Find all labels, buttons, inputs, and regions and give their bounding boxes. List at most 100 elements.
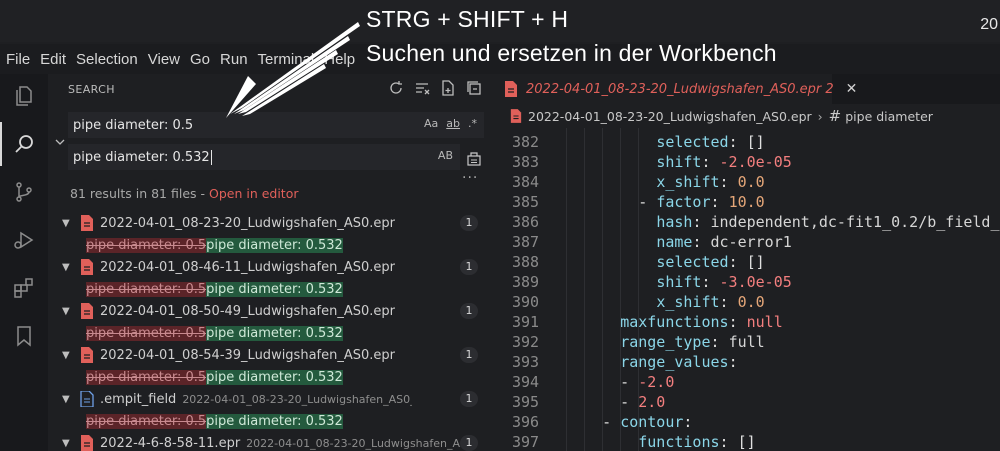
code-text: selected: [] xyxy=(656,253,765,271)
clock-text: 20 xyxy=(980,16,998,33)
epr-file-icon xyxy=(80,259,94,275)
match-case-icon[interactable]: Aa xyxy=(424,117,438,130)
more-options-icon[interactable]: ··· xyxy=(462,170,478,186)
epr-file-icon xyxy=(504,81,518,97)
line-number: 383 xyxy=(512,153,540,171)
replace-input[interactable]: pipe diameter: 0.532 AB xyxy=(68,144,460,170)
code-text: - 2.0 xyxy=(566,393,666,411)
chevron-down-icon[interactable]: ▼ xyxy=(62,350,74,361)
line-number: 389 xyxy=(512,273,540,291)
code-line[interactable]: 391 maxfunctions: null xyxy=(492,312,1000,332)
replace-options: AB xyxy=(438,149,453,162)
activity-bar xyxy=(0,74,48,451)
code-line[interactable]: 390 x_shift: 0.0 xyxy=(492,292,1000,312)
code-line[interactable]: 394 - -2.0 xyxy=(492,372,1000,392)
match-count-badge: 1 xyxy=(460,391,478,407)
menu-selection[interactable]: Selection xyxy=(76,51,138,68)
results-count-text: 81 results in 81 files - xyxy=(70,186,209,201)
menu-file[interactable]: File xyxy=(6,51,30,68)
code-line[interactable]: 383 shift: -2.0e-05 xyxy=(492,152,1000,172)
line-number: 385 xyxy=(512,193,540,211)
match-count-badge: 1 xyxy=(460,303,478,319)
menu-edit[interactable]: Edit xyxy=(40,51,66,68)
inserted-text: pipe diameter: 0.532 xyxy=(206,413,343,429)
chevron-down-icon[interactable]: ▼ xyxy=(62,438,74,449)
removed-text: pipe diameter: 0.5 xyxy=(86,281,207,297)
extensions-icon[interactable] xyxy=(12,276,36,300)
result-file-row[interactable]: ▼ .empit_field 2022-04-01_08-23-20_Ludwi… xyxy=(48,388,492,410)
result-file-path: 2022-04-01_08-23-20_Ludwigshafen_AS0_dat… xyxy=(182,392,412,406)
replace-all-icon[interactable] xyxy=(466,150,482,166)
breadcrumb-symbol[interactable]: pipe diameter xyxy=(845,109,933,124)
breadcrumb-file[interactable]: 2022-04-01_08-23-20_Ludwigshafen_AS0.epr xyxy=(528,109,812,124)
result-match-row[interactable]: pipe diameter: 0.5 pipe diameter: 0.532 xyxy=(48,322,492,344)
inserted-text: pipe diameter: 0.532 xyxy=(206,369,343,385)
chevron-down-icon[interactable]: ▼ xyxy=(62,394,74,405)
preserve-case-icon[interactable]: AB xyxy=(438,149,453,162)
result-file-row[interactable]: ▼ 2022-04-01_08-23-20_Ludwigshafen_AS0.e… xyxy=(48,212,492,234)
result-match-row[interactable]: pipe diameter: 0.5 pipe diameter: 0.532 xyxy=(48,410,492,432)
result-file-name: .empit_field xyxy=(100,391,177,407)
result-match-row[interactable]: pipe diameter: 0.5 pipe diameter: 0.532 xyxy=(48,234,492,256)
overlay-description-caption: Suchen und ersetzen in der Workbench xyxy=(366,40,777,66)
search-icon[interactable] xyxy=(12,132,36,156)
line-number: 391 xyxy=(512,313,540,331)
new-search-editor-icon[interactable] xyxy=(440,80,456,96)
collapse-all-icon[interactable] xyxy=(466,80,482,96)
open-in-editor-link[interactable]: Open in editor xyxy=(209,186,299,201)
close-icon[interactable]: ✕ xyxy=(846,81,858,97)
search-actions xyxy=(388,80,482,96)
chevron-down-icon[interactable]: ▼ xyxy=(62,306,74,317)
result-file-row[interactable]: ▼ 2022-04-01_08-54-39_Ludwigshafen_AS0.e… xyxy=(48,344,492,366)
epr-file-icon xyxy=(80,435,94,451)
code-line[interactable]: 387 name: dc-error1 xyxy=(492,232,1000,252)
explorer-icon[interactable] xyxy=(12,84,36,108)
code-text: shift: -2.0e-05 xyxy=(656,153,792,171)
match-count-badge: 1 xyxy=(460,259,478,275)
menu-view[interactable]: View xyxy=(148,51,180,68)
refresh-icon[interactable] xyxy=(388,80,404,96)
result-file-row[interactable]: ▼ 2022-04-01_08-50-49_Ludwigshafen_AS0.e… xyxy=(48,300,492,322)
code-line[interactable]: 396 - contour: xyxy=(492,412,1000,432)
code-line[interactable]: 382 selected: [] xyxy=(492,132,1000,152)
code-text: functions: [] xyxy=(638,433,756,451)
results-tree: ▼ 2022-04-01_08-23-20_Ludwigshafen_AS0.e… xyxy=(48,212,492,451)
bookmark-icon[interactable] xyxy=(12,324,36,348)
toggle-replace-chevron-icon[interactable] xyxy=(54,136,66,148)
code-line[interactable]: 392 range_type: full xyxy=(492,332,1000,352)
results-summary: 81 results in 81 files - Open in editor xyxy=(70,186,299,201)
code-editor[interactable]: 382 selected: [] 383 shift: -2.0e-05 384 x… xyxy=(492,128,1000,451)
overlay-shortcut-caption: STRG + SHIFT + H xyxy=(366,6,569,32)
clear-results-icon[interactable] xyxy=(414,80,430,96)
result-file-name: 2022-04-01_08-46-11_Ludwigshafen_AS0.epr xyxy=(100,259,395,275)
result-file-name: 2022-04-01_08-23-20_Ludwigshafen_AS0.epr xyxy=(100,215,395,231)
code-line[interactable]: 388 selected: [] xyxy=(492,252,1000,272)
line-number: 393 xyxy=(512,353,540,371)
menu-go[interactable]: Go xyxy=(190,51,210,68)
code-line[interactable]: 395 - 2.0 xyxy=(492,392,1000,412)
code-line[interactable]: 384 x_shift: 0.0 xyxy=(492,172,1000,192)
chevron-down-icon[interactable]: ▼ xyxy=(62,218,74,229)
result-match-row[interactable]: pipe diameter: 0.5 pipe diameter: 0.532 xyxy=(48,366,492,388)
match-count-badge: 1 xyxy=(460,347,478,363)
code-line[interactable]: 385 - factor: 10.0 xyxy=(492,192,1000,212)
result-match-row[interactable]: pipe diameter: 0.5 pipe diameter: 0.532 xyxy=(48,278,492,300)
match-count-badge: 1 xyxy=(460,435,478,451)
code-line[interactable]: 397 functions: [] xyxy=(492,432,1000,451)
line-number: 384 xyxy=(512,173,540,191)
run-debug-icon[interactable] xyxy=(12,228,36,252)
code-text: name: dc-error1 xyxy=(656,233,792,251)
source-control-icon[interactable] xyxy=(12,180,36,204)
code-text: maxfunctions: null xyxy=(620,313,783,331)
regex-icon[interactable]: .* xyxy=(468,117,477,130)
result-file-row[interactable]: ▼ 2022-4-6-8-58-11.epr 2022-04-01_08-23-… xyxy=(48,432,492,451)
code-line[interactable]: 386 hash: independent,dc-fit1_0.2/b_fiel… xyxy=(492,212,1000,232)
editor-tab[interactable]: 2022-04-01_08-23-20_Ludwigshafen_AS0.epr… xyxy=(492,74,857,104)
code-line[interactable]: 393 range_values: xyxy=(492,352,1000,372)
result-file-row[interactable]: ▼ 2022-04-01_08-46-11_Ludwigshafen_AS0.e… xyxy=(48,256,492,278)
code-line[interactable]: 389 shift: -3.0e-05 xyxy=(492,272,1000,292)
match-whole-word-icon[interactable]: ab xyxy=(446,117,460,130)
chevron-down-icon[interactable]: ▼ xyxy=(62,262,74,273)
epr-file-icon xyxy=(80,303,94,319)
code-text: shift: -3.0e-05 xyxy=(656,273,792,291)
